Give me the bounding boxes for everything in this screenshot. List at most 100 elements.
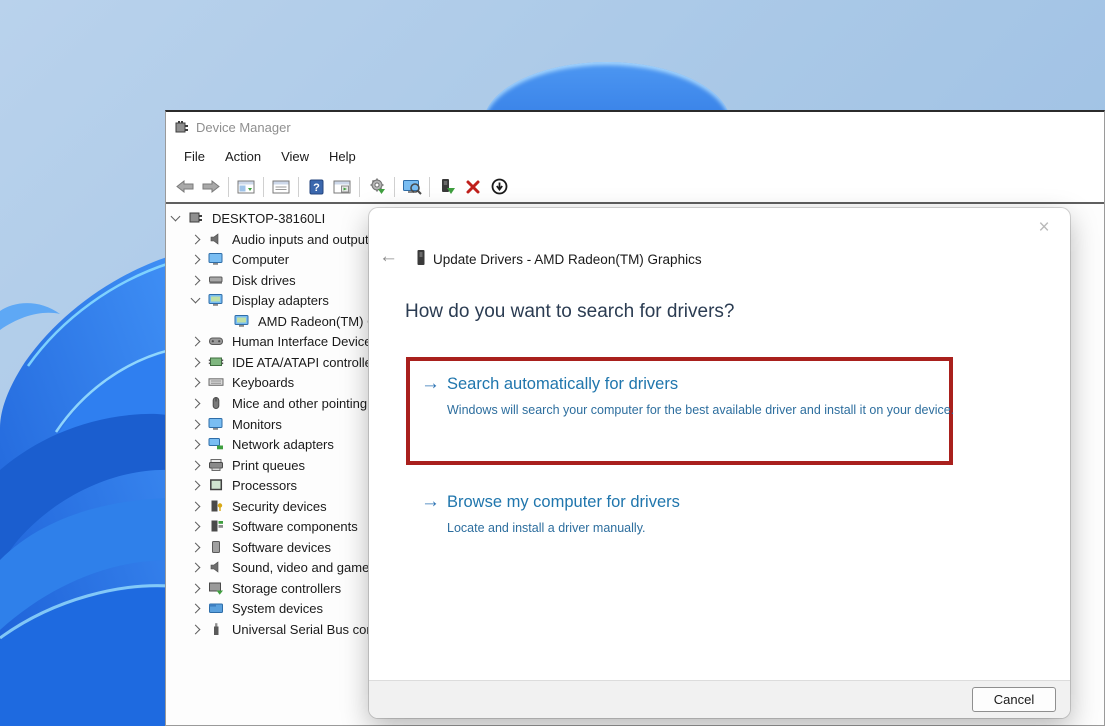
toolbar-separator [429, 177, 430, 197]
chevron-right-icon[interactable] [191, 624, 201, 634]
chevron-right-icon[interactable] [191, 521, 201, 531]
update-driver-icon[interactable] [434, 175, 460, 199]
chevron-right-icon[interactable] [191, 460, 201, 470]
chevron-right-icon[interactable] [191, 603, 201, 613]
tree-item-label: Monitors [232, 417, 282, 432]
properties-icon[interactable] [268, 175, 294, 199]
display-icon [208, 293, 224, 307]
close-icon[interactable]: × [1034, 218, 1054, 238]
option-arrow-icon: → [421, 491, 440, 513]
tree-item-label: DESKTOP-38160LI [212, 211, 325, 226]
tree-item-label: Disk drives [232, 273, 296, 288]
speaker-icon [208, 560, 224, 574]
scan-hardware-icon[interactable] [364, 175, 390, 199]
help-icon[interactable]: ? [303, 175, 329, 199]
component-icon [208, 519, 224, 533]
display-icon [234, 314, 250, 328]
forward-icon[interactable] [198, 175, 224, 199]
chevron-right-icon[interactable] [191, 501, 201, 511]
tree-item-label: Software devices [232, 540, 331, 555]
toolbar: ? [166, 171, 1104, 202]
dialog-question: How do you want to search for drivers? [405, 301, 735, 323]
action-pane-icon[interactable] [329, 175, 355, 199]
chevron-right-icon[interactable] [191, 583, 201, 593]
search-automatically-option[interactable]: Search automatically for drivers [447, 375, 678, 394]
processor-icon [208, 478, 224, 492]
chip-icon [208, 355, 224, 369]
tree-item-label: Processors [232, 478, 297, 493]
softdev-icon [208, 540, 224, 554]
chevron-right-icon[interactable] [191, 398, 201, 408]
chevron-right-icon[interactable] [191, 336, 201, 346]
dialog-title: Update Drivers - AMD Radeon(TM) Graphics [433, 252, 702, 267]
tree-item-label: Keyboards [232, 375, 294, 390]
chevron-right-icon[interactable] [191, 439, 201, 449]
svg-text:?: ? [313, 182, 320, 194]
uninstall-device-icon[interactable] [460, 175, 486, 199]
toolbar-separator [228, 177, 229, 197]
tree-item-label: Software components [232, 519, 358, 534]
console-tree-icon[interactable] [233, 175, 259, 199]
disk-icon [208, 273, 224, 287]
desktop: Device Manager File Action View Help ? D… [0, 0, 1105, 726]
browse-computer-option[interactable]: Browse my computer for drivers [447, 493, 680, 512]
usb-icon [208, 622, 224, 636]
back-icon[interactable]: ← [379, 248, 401, 268]
chevron-right-icon[interactable] [191, 480, 201, 490]
toolbar-separator [394, 177, 395, 197]
option-arrow-icon: → [421, 373, 440, 395]
keyboard-icon [208, 375, 224, 389]
chevron-right-icon[interactable] [191, 234, 201, 244]
wallpaper-bloom [0, 0, 170, 726]
toolbar-separator [359, 177, 360, 197]
toolbar-separator [298, 177, 299, 197]
search-computers-icon[interactable] [399, 175, 425, 199]
tree-item-label: Audio inputs and outputs [232, 232, 375, 247]
chevron-down-icon[interactable] [171, 212, 181, 222]
titlebar: Device Manager [166, 112, 1104, 142]
network-icon [208, 437, 224, 451]
tree-item-label: Print queues [232, 458, 305, 473]
monitor-icon [208, 417, 224, 431]
tree-item-label: Display adapters [232, 293, 329, 308]
menu-action[interactable]: Action [215, 145, 271, 168]
security-icon [208, 499, 224, 513]
tree-item-label: IDE ATA/ATAPI controllers [232, 355, 383, 370]
system-icon [208, 601, 224, 615]
printer-icon [208, 458, 224, 472]
tree-item-label: Network adapters [232, 437, 334, 452]
menu-help[interactable]: Help [319, 145, 366, 168]
driver-device-icon [415, 249, 427, 266]
toolbar-separator [263, 177, 264, 197]
chevron-right-icon[interactable] [191, 419, 201, 429]
menubar: File Action View Help [166, 142, 1104, 171]
tree-item-label: Computer [232, 252, 289, 267]
window-title: Device Manager [196, 120, 291, 135]
pc-icon [188, 211, 204, 225]
speaker-icon [208, 232, 224, 246]
chevron-right-icon[interactable] [191, 275, 201, 285]
disable-device-icon[interactable] [486, 175, 512, 199]
browse-computer-description: Locate and install a driver manually. [447, 520, 959, 536]
chevron-down-icon[interactable] [191, 294, 201, 304]
chevron-right-icon[interactable] [191, 377, 201, 387]
chevron-right-icon[interactable] [191, 357, 201, 367]
monitor-icon [208, 252, 224, 266]
cancel-button[interactable]: Cancel [972, 687, 1056, 712]
device-manager-app-icon [174, 120, 189, 135]
back-icon[interactable] [172, 175, 198, 199]
storage-icon [208, 581, 224, 595]
tree-item-label: Security devices [232, 499, 327, 514]
menu-file[interactable]: File [174, 145, 215, 168]
tree-item-label: System devices [232, 601, 323, 616]
update-drivers-dialog: × ← Update Drivers - AMD Radeon(TM) Grap… [369, 208, 1070, 718]
menu-view[interactable]: View [271, 145, 319, 168]
dialog-footer: Cancel [369, 680, 1070, 718]
tree-item-label: Human Interface Devices [232, 334, 378, 349]
wallpaper-petal-dome [483, 62, 731, 110]
mouse-icon [208, 396, 224, 410]
tree-item-label: Storage controllers [232, 581, 341, 596]
chevron-right-icon[interactable] [191, 542, 201, 552]
chevron-right-icon[interactable] [191, 562, 201, 572]
chevron-right-icon[interactable] [191, 254, 201, 264]
